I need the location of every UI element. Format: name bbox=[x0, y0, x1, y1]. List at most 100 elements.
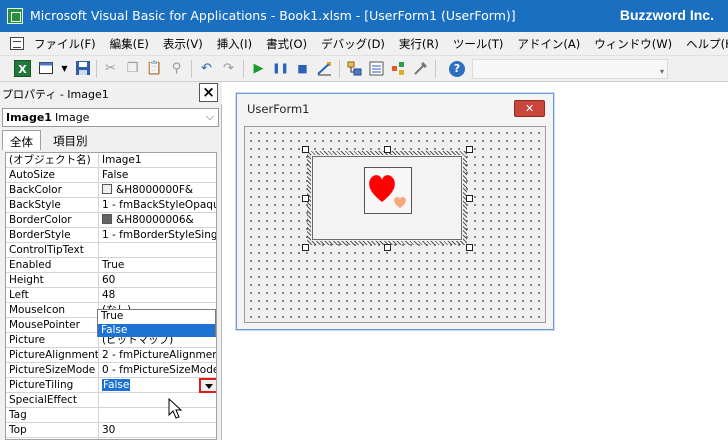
close-icon[interactable]: × bbox=[199, 83, 218, 102]
insert-userform-icon[interactable] bbox=[38, 60, 55, 77]
menu-tools[interactable]: ツール(T) bbox=[453, 36, 504, 52]
property-name[interactable]: PictureSizeMode bbox=[6, 363, 99, 377]
property-name[interactable]: AutoSize bbox=[6, 168, 99, 182]
property-name[interactable]: MouseIcon bbox=[6, 303, 99, 317]
property-row[interactable]: BackStyle 1 - fmBackStyleOpaque bbox=[6, 198, 216, 213]
resize-handle-left[interactable] bbox=[302, 195, 309, 202]
copy-icon[interactable]: ❐ bbox=[124, 60, 141, 77]
help-icon[interactable]: ? bbox=[449, 61, 465, 77]
property-row[interactable]: PictureAlignment2 - fmPictureAlignmentCe… bbox=[6, 348, 216, 363]
userform-close-button[interactable] bbox=[514, 100, 545, 117]
property-value[interactable]: 48 bbox=[100, 288, 216, 302]
menu-run[interactable]: 実行(R) bbox=[399, 36, 439, 52]
property-value[interactable]: 2 - fmPictureAlignmentCenter bbox=[100, 348, 216, 362]
object-select[interactable]: Image1 Image ⌵ bbox=[2, 108, 219, 127]
redo-icon[interactable]: ↷ bbox=[220, 60, 237, 77]
property-row[interactable]: (オブジェクト名) Image1 bbox=[6, 153, 216, 168]
project-explorer-icon[interactable] bbox=[346, 60, 363, 77]
property-name[interactable]: Picture bbox=[6, 333, 99, 347]
property-name[interactable]: PictureTiling bbox=[6, 378, 99, 392]
property-value[interactable]: Image1 bbox=[100, 153, 216, 167]
dropdown-option-true[interactable]: True bbox=[98, 310, 215, 323]
property-row[interactable]: Height 60 bbox=[6, 273, 216, 288]
system-menu-icon[interactable] bbox=[10, 37, 24, 50]
property-row[interactable]: BorderStyle 1 - fmBorderStyleSingle bbox=[6, 228, 216, 243]
property-row[interactable]: PictureSizeMode0 - fmPictureSizeModeClip bbox=[6, 363, 216, 378]
property-name[interactable]: BorderStyle bbox=[6, 228, 99, 242]
menu-addins[interactable]: アドイン(A) bbox=[517, 36, 580, 52]
find-icon[interactable]: ⚲ bbox=[168, 60, 185, 77]
resize-handle-right[interactable] bbox=[466, 195, 473, 202]
property-value[interactable] bbox=[100, 393, 216, 407]
menu-insert[interactable]: 挿入(I) bbox=[217, 36, 252, 52]
menu-window[interactable]: ウィンドウ(W) bbox=[594, 36, 672, 52]
userform-canvas[interactable] bbox=[244, 126, 546, 323]
object-browser-icon[interactable] bbox=[390, 60, 407, 77]
property-row[interactable]: AutoSize False bbox=[6, 168, 216, 183]
property-name[interactable]: BackColor bbox=[6, 183, 99, 197]
toolbox-icon[interactable] bbox=[412, 60, 429, 77]
property-name[interactable]: BackStyle bbox=[6, 198, 99, 212]
property-name[interactable]: Top bbox=[6, 423, 99, 437]
property-value[interactable]: False bbox=[100, 168, 216, 182]
tab-alphabetic[interactable]: 全体 bbox=[2, 130, 41, 150]
property-value[interactable]: &H8000000F& bbox=[100, 183, 216, 197]
menu-help[interactable]: ヘルプ(H) bbox=[686, 36, 728, 52]
property-value[interactable] bbox=[100, 243, 216, 257]
property-name[interactable]: SpecialEffect bbox=[6, 393, 99, 407]
property-row[interactable]: ControlTipText bbox=[6, 243, 216, 258]
property-value[interactable]: 0 - fmPictureSizeModeClip bbox=[100, 363, 216, 377]
property-row[interactable]: Tag bbox=[6, 408, 216, 423]
property-row[interactable]: SpecialEffect bbox=[6, 393, 216, 408]
property-value[interactable]: 1 - fmBorderStyleSingle bbox=[100, 228, 216, 242]
resize-handle-bottom-left[interactable] bbox=[302, 244, 309, 251]
property-value[interactable]: 60 bbox=[100, 273, 216, 287]
chevron-down-icon[interactable]: ⌵ bbox=[206, 110, 214, 124]
save-icon[interactable] bbox=[74, 60, 91, 77]
property-row[interactable]: Top 30 bbox=[6, 423, 216, 438]
property-name[interactable]: (オブジェクト名) bbox=[6, 153, 99, 167]
property-value[interactable]: 30 bbox=[100, 423, 216, 437]
paste-icon[interactable]: 📋 bbox=[146, 60, 163, 77]
property-value[interactable] bbox=[100, 408, 216, 422]
tab-categorized[interactable]: 項目別 bbox=[46, 130, 95, 150]
property-row[interactable]: Left 48 bbox=[6, 288, 216, 303]
property-row[interactable]: Enabled True bbox=[6, 258, 216, 273]
dropdown-option-false[interactable]: False bbox=[98, 324, 215, 337]
insert-dropdown-arrow-icon[interactable]: ▼ bbox=[56, 60, 73, 77]
menu-view[interactable]: 表示(V) bbox=[163, 36, 203, 52]
property-row[interactable]: PictureTiling False bbox=[6, 378, 216, 393]
reset-icon[interactable]: ■ bbox=[294, 60, 311, 77]
view-excel-icon[interactable]: X bbox=[14, 60, 31, 77]
resize-handle-bottom[interactable] bbox=[384, 244, 391, 251]
run-icon[interactable]: ▶ bbox=[250, 60, 267, 77]
picture-tiling-dropdown-button[interactable] bbox=[199, 378, 216, 393]
menu-debug[interactable]: デバッグ(D) bbox=[321, 36, 385, 52]
property-value[interactable]: &H80000006& bbox=[100, 213, 216, 227]
undo-icon[interactable]: ↶ bbox=[198, 60, 215, 77]
property-name[interactable]: ControlTipText bbox=[6, 243, 99, 257]
design-mode-icon[interactable] bbox=[316, 60, 333, 77]
menu-edit[interactable]: 編集(E) bbox=[110, 36, 149, 52]
property-row[interactable]: BackColor &H8000000F& bbox=[6, 183, 216, 198]
property-name[interactable]: Left bbox=[6, 288, 99, 302]
menu-format[interactable]: 書式(O) bbox=[266, 36, 307, 52]
property-value[interactable]: True bbox=[100, 258, 216, 272]
resize-handle-top-left[interactable] bbox=[302, 146, 309, 153]
property-name[interactable]: MousePointer bbox=[6, 318, 99, 332]
resize-handle-top[interactable] bbox=[384, 146, 391, 153]
property-name[interactable]: Tag bbox=[6, 408, 99, 422]
resize-handle-bottom-right[interactable] bbox=[466, 244, 473, 251]
property-value[interactable]: 1 - fmBackStyleOpaque bbox=[100, 198, 216, 212]
property-name[interactable]: PictureAlignment bbox=[6, 348, 99, 362]
properties-window-icon[interactable] bbox=[368, 60, 385, 77]
menu-file[interactable]: ファイル(F) bbox=[34, 36, 96, 52]
break-icon[interactable]: ❚❚ bbox=[272, 60, 289, 77]
property-name[interactable]: Enabled bbox=[6, 258, 99, 272]
image1-control[interactable] bbox=[302, 146, 473, 251]
resize-handle-top-right[interactable] bbox=[466, 146, 473, 153]
property-row[interactable]: BorderColor &H80000006& bbox=[6, 213, 216, 228]
property-name[interactable]: BorderColor bbox=[6, 213, 99, 227]
cut-icon[interactable]: ✂ bbox=[102, 60, 119, 77]
property-name[interactable]: Height bbox=[6, 273, 99, 287]
